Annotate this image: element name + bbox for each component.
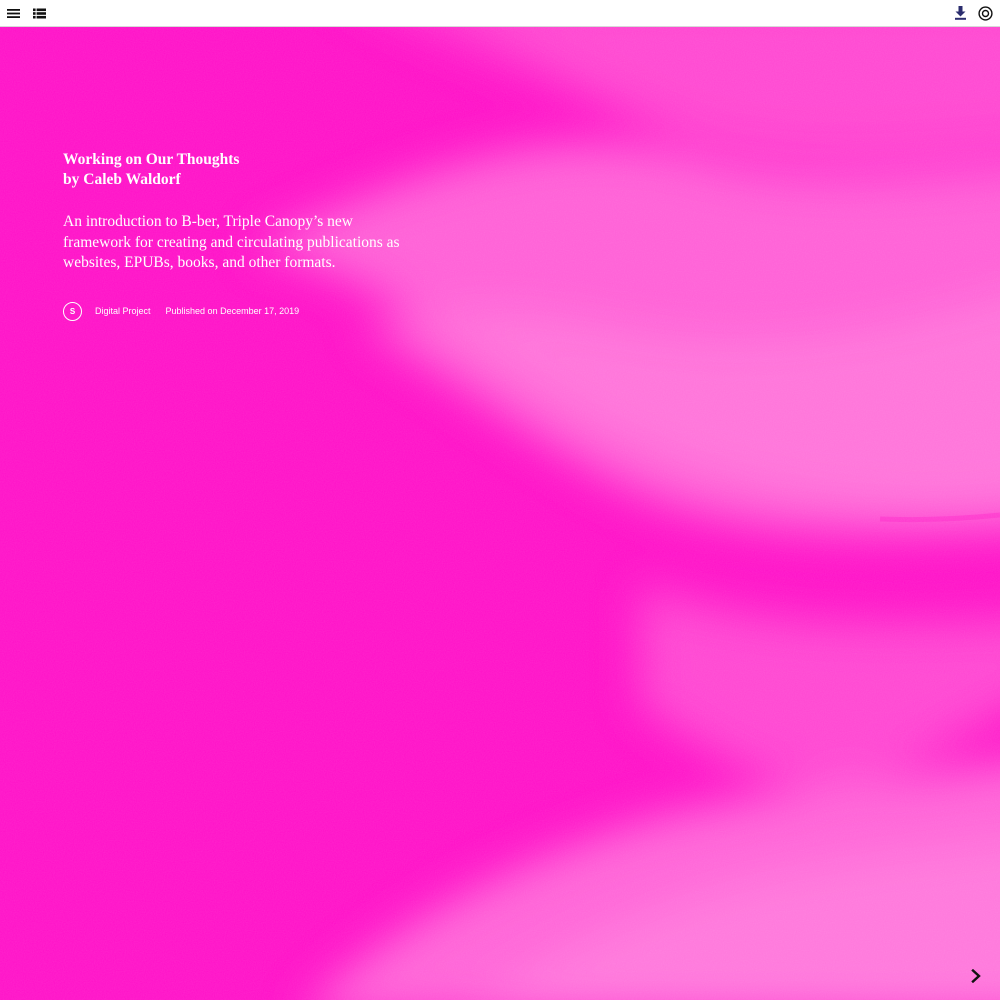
target-icon	[977, 5, 993, 21]
article-title: Working on Our Thoughts by Caleb Waldorf	[63, 150, 423, 190]
next-page-button[interactable]	[966, 966, 986, 986]
top-toolbar	[0, 0, 1000, 27]
download-icon	[954, 6, 966, 20]
download-button[interactable]	[951, 4, 969, 22]
article-meta: S Digital Project Published on December …	[63, 301, 299, 321]
contents-button[interactable]	[30, 4, 48, 22]
category-label[interactable]: Digital Project	[95, 306, 151, 316]
publish-date: Published on December 17, 2019	[165, 306, 300, 316]
byline: by Caleb Waldorf	[63, 171, 181, 188]
settings-button[interactable]	[976, 4, 994, 22]
article-intro: An introduction to B-ber, Triple Canopy’…	[63, 213, 400, 271]
chevron-right-icon	[971, 969, 981, 983]
section-badge[interactable]: S	[63, 301, 82, 321]
article-header: Working on Our Thoughts by Caleb Waldorf…	[63, 150, 423, 274]
menu-icon	[6, 8, 20, 18]
title-line: Working on Our Thoughts	[63, 151, 240, 168]
menu-button[interactable]	[4, 4, 22, 22]
list-icon	[32, 8, 46, 18]
